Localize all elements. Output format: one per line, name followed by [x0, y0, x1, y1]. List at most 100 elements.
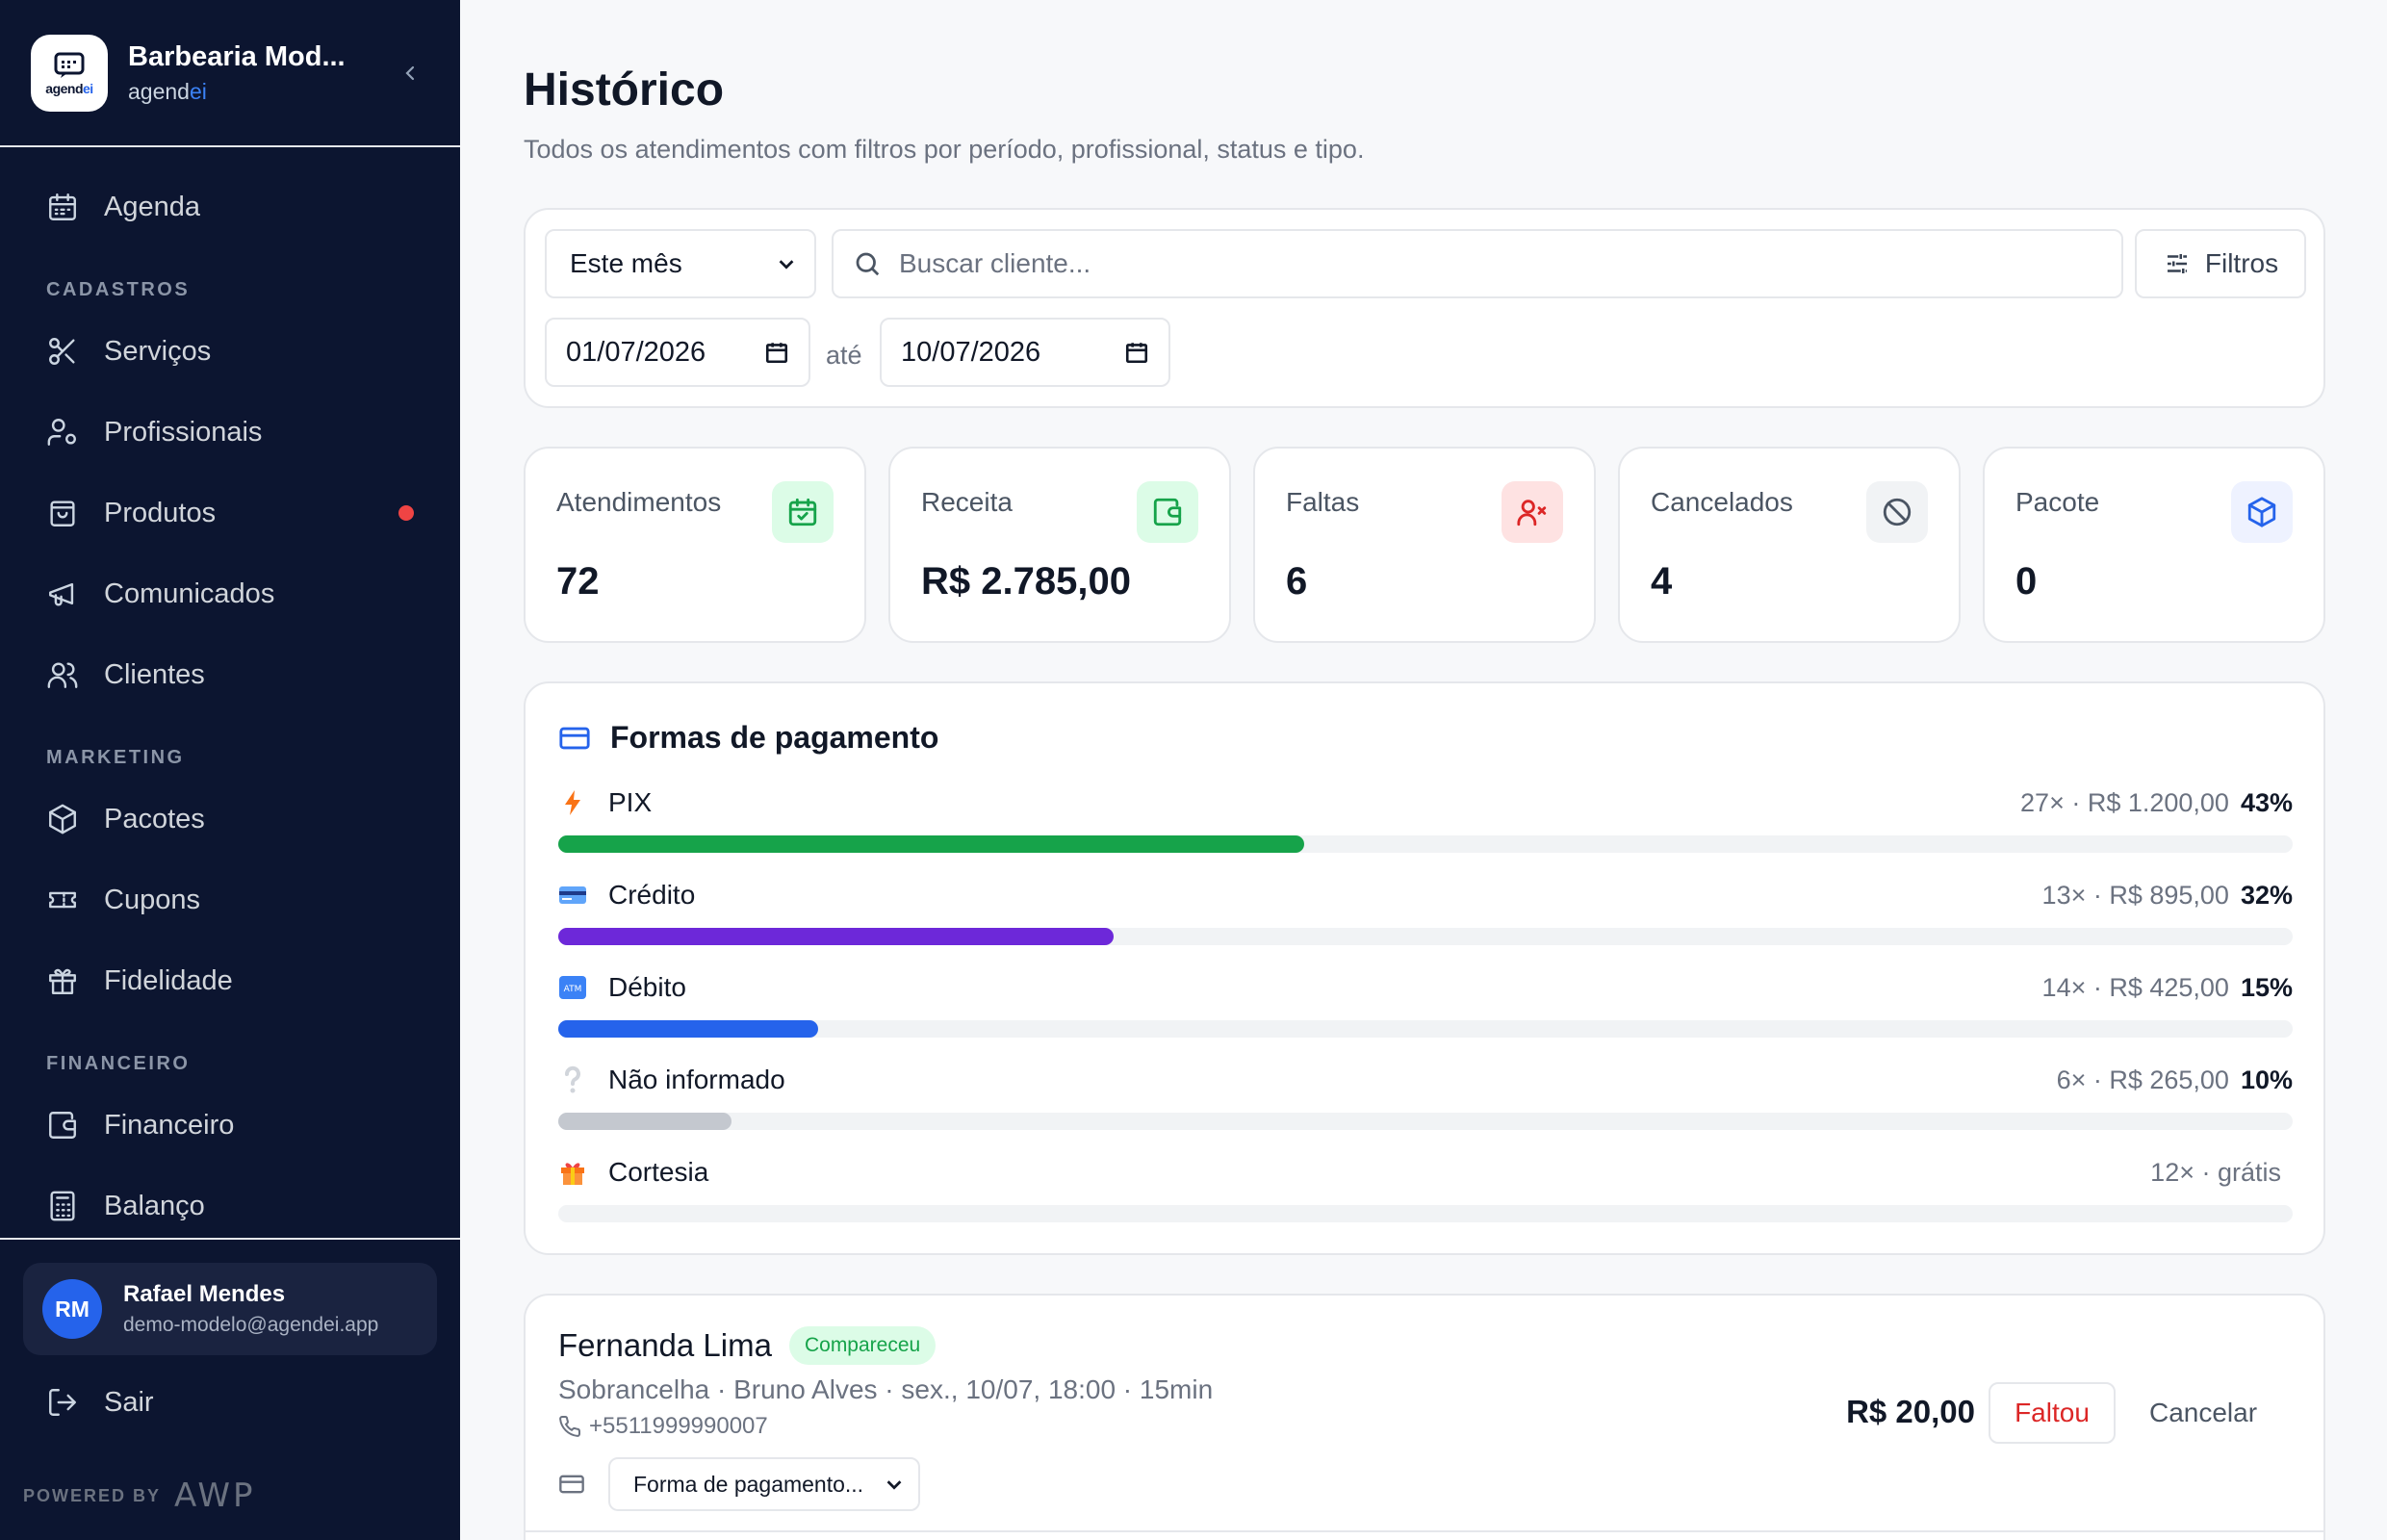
search-input[interactable] — [899, 248, 2054, 279]
page-title: Histórico — [524, 64, 725, 116]
sidebar: agendei Barbearia Mod... agendei Agenda … — [0, 0, 460, 1540]
powered-by: POWERED BY AWP — [23, 1476, 256, 1515]
sidebar-item-servicos[interactable]: Serviços — [0, 311, 460, 392]
logout-icon — [49, 1389, 76, 1416]
stat-value: 0 — [2015, 560, 2038, 603]
chevron-down-icon — [779, 260, 794, 270]
progress-fill — [558, 1020, 819, 1038]
payment-methods-title: Formas de pagamento — [558, 720, 938, 756]
nav-section-marketing: MARKETING — [46, 747, 185, 768]
divider — [526, 1530, 2323, 1532]
sidebar-item-pacotes[interactable]: Pacotes — [0, 779, 460, 860]
ticket-icon — [49, 891, 76, 909]
stat-card-receita: Receita R$ 2.785,00 — [888, 447, 1231, 643]
sidebar-item-label: Produtos — [104, 497, 217, 528]
user-cog-icon — [47, 419, 76, 446]
package-icon — [49, 804, 76, 834]
sidebar-item-label: Agenda — [104, 191, 200, 222]
collapse-sidebar-button[interactable] — [391, 54, 429, 92]
status-badge: Compareceu — [788, 1326, 937, 1365]
sidebar-item-balanco[interactable]: Balanço — [0, 1166, 460, 1246]
sidebar-item-profissionais[interactable]: Profissionais — [0, 392, 460, 473]
payment-stat: 14× · R$ 425,00 — [2041, 972, 2229, 1002]
sidebar-item-label: Pacotes — [104, 803, 205, 834]
payment-name: PIX — [608, 787, 653, 817]
stat-card-atendimentos: Atendimentos 72 — [524, 447, 866, 643]
wallet-icon — [1137, 481, 1198, 543]
filters-card: Este mês Filtros 01/07/2026 até 10/07/20… — [524, 208, 2325, 408]
appointment-payment: Forma de pagamento... — [558, 1457, 920, 1511]
sidebar-item-comunicados[interactable]: Comunicados — [0, 553, 460, 634]
calendar-chat-icon — [54, 52, 85, 78]
nav-section-cadastros: CADASTROS — [46, 279, 191, 300]
sidebar-item-label: Serviços — [104, 335, 212, 367]
payment-name: Não informado — [608, 1065, 785, 1094]
gift-icon — [558, 1158, 587, 1187]
payment-row-debito: ATM Débito 14× · R$ 425,00 15% — [558, 968, 2293, 1038]
sidebar-item-agenda[interactable]: Agenda — [0, 167, 460, 247]
users-icon — [47, 662, 78, 688]
bolt-icon — [558, 788, 587, 817]
logout-button[interactable]: Sair — [46, 1386, 154, 1419]
sliders-icon — [2167, 254, 2187, 273]
appointment-phone: +5511999990007 — [558, 1413, 768, 1440]
stat-label: Cancelados — [1651, 487, 1793, 517]
brand-name: Barbearia Mod... — [128, 40, 346, 72]
payment-row-cortesia: Cortesia 12× · grátis — [558, 1153, 2293, 1222]
appointment-client: Fernanda Lima Compareceu — [558, 1326, 937, 1365]
stat-card-pacote: Pacote 0 — [1983, 447, 2325, 643]
progress-track — [558, 928, 2293, 945]
period-select[interactable]: Este mês — [545, 229, 816, 298]
payment-percent: 10% — [2240, 1065, 2293, 1094]
logout-label: Sair — [104, 1386, 154, 1418]
brand-logo: agendei — [31, 34, 108, 112]
calendar-icon — [1125, 343, 1148, 364]
gift-icon — [49, 968, 76, 994]
sidebar-item-financeiro[interactable]: Financeiro — [0, 1085, 460, 1166]
wallet-icon — [49, 1112, 76, 1139]
progress-fill — [558, 1113, 732, 1130]
shopping-bag-icon — [50, 500, 75, 526]
payment-method-select[interactable]: Forma de pagamento... — [608, 1457, 920, 1511]
credit-card-icon — [559, 1475, 584, 1494]
scissors-icon — [49, 338, 75, 365]
atm-icon: ATM — [558, 973, 587, 1002]
appointment-price: R$ 20,00 — [1846, 1394, 1975, 1429]
sidebar-item-label: Fidelidade — [104, 964, 233, 996]
megaphone-icon — [49, 582, 74, 606]
progress-track — [558, 1113, 2293, 1130]
date-from-input[interactable]: 01/07/2026 — [545, 318, 810, 387]
sidebar-item-label: Profissionais — [104, 416, 263, 448]
notification-dot — [398, 505, 414, 521]
calculator-icon — [50, 1191, 75, 1221]
calendar-icon — [49, 193, 76, 220]
payment-stat: 27× · R$ 1.200,00 — [2020, 787, 2229, 817]
payment-stat: 6× · R$ 265,00 — [2056, 1065, 2229, 1094]
sidebar-item-fidelidade[interactable]: Fidelidade — [0, 940, 460, 1021]
user-profile-card[interactable]: RM Rafael Mendes demo-modelo@agendei.app — [23, 1263, 437, 1355]
sidebar-item-produtos[interactable]: Produtos — [0, 473, 460, 553]
user-x-icon — [1502, 481, 1563, 543]
filters-button[interactable]: Filtros — [2135, 229, 2306, 298]
sidebar-item-label: Financeiro — [104, 1109, 235, 1141]
user-email: demo-modelo@agendei.app — [123, 1314, 379, 1336]
cancel-appointment-button[interactable]: Cancelar — [2131, 1382, 2275, 1444]
stat-card-cancelados: Cancelados 4 — [1618, 447, 1961, 643]
mark-no-show-button[interactable]: Faltou — [1989, 1382, 2116, 1444]
sidebar-item-label: Balanço — [104, 1190, 205, 1221]
stat-value: 6 — [1286, 560, 1308, 603]
ban-icon — [1866, 481, 1928, 543]
payment-stat: 13× · R$ 895,00 — [2041, 880, 2229, 910]
calendar-check-icon — [772, 481, 834, 543]
awp-logo: AWP — [174, 1476, 256, 1515]
payment-row-credito: Crédito 13× · R$ 895,00 32% — [558, 876, 2293, 945]
date-to-input[interactable]: 10/07/2026 — [880, 318, 1170, 387]
progress-track — [558, 1020, 2293, 1038]
search-box[interactable] — [832, 229, 2123, 298]
progress-track — [558, 835, 2293, 853]
stat-value: R$ 2.785,00 — [921, 560, 1131, 603]
sidebar-item-clientes[interactable]: Clientes — [0, 634, 460, 715]
sidebar-item-cupons[interactable]: Cupons — [0, 860, 460, 940]
question-icon — [558, 1065, 587, 1094]
sidebar-nav: Agenda CADASTROS Serviços Profissionais … — [0, 147, 460, 1246]
